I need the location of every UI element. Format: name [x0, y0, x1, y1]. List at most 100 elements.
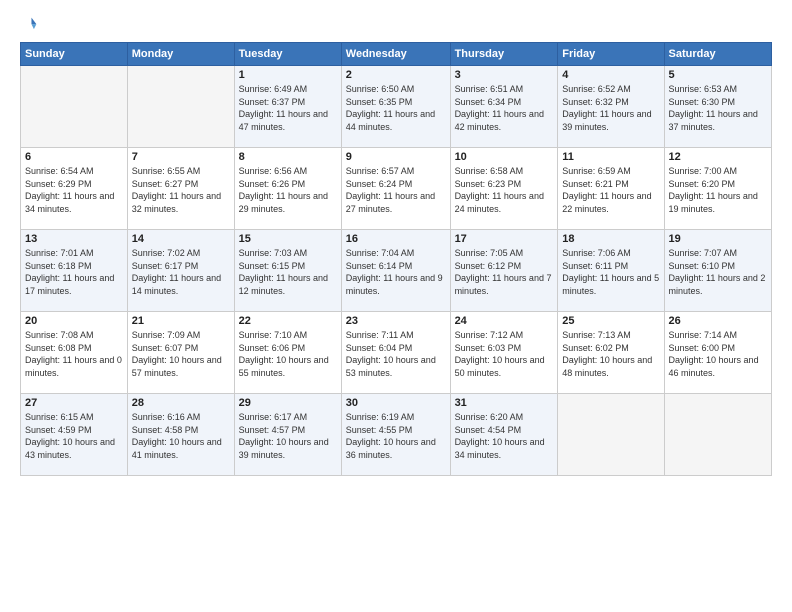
calendar-cell: 23Sunrise: 7:11 AM Sunset: 6:04 PM Dayli… [341, 312, 450, 394]
calendar-week-4: 20 Sunrise: 7:08 AM Sunset: 6:08 PM Dayli… [21, 312, 772, 394]
calendar-header-monday: Monday [127, 43, 234, 66]
day-detail: Sunrise: 7:02 AM Sunset: 6:17 PM Dayligh… [132, 247, 230, 297]
calendar-cell: 30 Sunrise: 6:19 AM Sunset: 4:55 PM Dayli… [341, 394, 450, 476]
calendar-cell: 2Sunrise: 6:50 AM Sunset: 6:35 PM Daylig… [341, 66, 450, 148]
day-detail: Sunrise: 7:09 AM Sunset: 6:07 PM Dayligh… [132, 329, 230, 379]
day-number: 4 [562, 69, 659, 81]
day-detail: Sunrise: 6:53 AM Sunset: 6:30 PM Dayligh… [669, 83, 767, 133]
day-detail: Sunrise: 6:15 AM Sunset: 4:59 PM Dayligh… [25, 411, 123, 461]
day-number: 2 [346, 69, 446, 81]
day-detail: Sunrise: 7:06 AM Sunset: 6:11 PM Dayligh… [562, 247, 659, 297]
calendar-cell: 20 Sunrise: 7:08 AM Sunset: 6:08 PM Dayli… [21, 312, 128, 394]
day-detail: Sunrise: 6:56 AM Sunset: 6:26 PM Dayligh… [239, 165, 337, 215]
calendar-cell: 18 Sunrise: 7:06 AM Sunset: 6:11 PM Dayli… [558, 230, 664, 312]
day-number: 24 [455, 315, 554, 327]
calendar-week-2: 6 Sunrise: 6:54 AM Sunset: 6:29 PM Daylig… [21, 148, 772, 230]
day-detail: Sunrise: 6:19 AM Sunset: 4:55 PM Dayligh… [346, 411, 446, 461]
day-number: 29 [239, 397, 337, 409]
calendar-cell: 19 Sunrise: 7:07 AM Sunset: 6:10 PM Dayli… [664, 230, 771, 312]
day-detail: Sunrise: 7:14 AM Sunset: 6:00 PM Dayligh… [669, 329, 767, 379]
calendar-cell: 3 Sunrise: 6:51 AM Sunset: 6:34 PM Daylig… [450, 66, 558, 148]
calendar-cell: 6 Sunrise: 6:54 AM Sunset: 6:29 PM Daylig… [21, 148, 128, 230]
calendar: SundayMondayTuesdayWednesdayThursdayFrid… [20, 42, 772, 476]
day-number: 21 [132, 315, 230, 327]
calendar-header-thursday: Thursday [450, 43, 558, 66]
calendar-cell: 24Sunrise: 7:12 AM Sunset: 6:03 PM Dayli… [450, 312, 558, 394]
day-detail: Sunrise: 6:51 AM Sunset: 6:34 PM Dayligh… [455, 83, 554, 133]
day-number: 18 [562, 233, 659, 245]
day-detail: Sunrise: 7:10 AM Sunset: 6:06 PM Dayligh… [239, 329, 337, 379]
calendar-cell: 25 Sunrise: 7:13 AM Sunset: 6:02 PM Dayli… [558, 312, 664, 394]
header [20, 16, 772, 34]
calendar-cell: 29 Sunrise: 6:17 AM Sunset: 4:57 PM Dayli… [234, 394, 341, 476]
day-detail: Sunrise: 7:00 AM Sunset: 6:20 PM Dayligh… [669, 165, 767, 215]
calendar-cell [558, 394, 664, 476]
day-number: 1 [239, 69, 337, 81]
day-number: 26 [669, 315, 767, 327]
day-detail: Sunrise: 6:54 AM Sunset: 6:29 PM Dayligh… [25, 165, 123, 215]
day-number: 17 [455, 233, 554, 245]
day-number: 12 [669, 151, 767, 163]
calendar-cell: 31 Sunrise: 6:20 AM Sunset: 4:54 PM Dayli… [450, 394, 558, 476]
calendar-cell: 8 Sunrise: 6:56 AM Sunset: 6:26 PM Daylig… [234, 148, 341, 230]
calendar-cell: 7 Sunrise: 6:55 AM Sunset: 6:27 PM Daylig… [127, 148, 234, 230]
page: SundayMondayTuesdayWednesdayThursdayFrid… [0, 0, 792, 612]
logo [20, 16, 40, 34]
day-number: 28 [132, 397, 230, 409]
day-number: 5 [669, 69, 767, 81]
day-detail: Sunrise: 7:08 AM Sunset: 6:08 PM Dayligh… [25, 329, 123, 379]
day-number: 19 [669, 233, 767, 245]
calendar-cell: 12 Sunrise: 7:00 AM Sunset: 6:20 PM Dayli… [664, 148, 771, 230]
day-detail: Sunrise: 6:59 AM Sunset: 6:21 PM Dayligh… [562, 165, 659, 215]
calendar-cell: 27 Sunrise: 6:15 AM Sunset: 4:59 PM Dayli… [21, 394, 128, 476]
calendar-cell: 22 Sunrise: 7:10 AM Sunset: 6:06 PM Dayli… [234, 312, 341, 394]
day-detail: Sunrise: 6:58 AM Sunset: 6:23 PM Dayligh… [455, 165, 554, 215]
calendar-header-saturday: Saturday [664, 43, 771, 66]
calendar-cell: 17Sunrise: 7:05 AM Sunset: 6:12 PM Dayli… [450, 230, 558, 312]
calendar-cell: 13 Sunrise: 7:01 AM Sunset: 6:18 PM Dayli… [21, 230, 128, 312]
day-number: 13 [25, 233, 123, 245]
calendar-cell: 28 Sunrise: 6:16 AM Sunset: 4:58 PM Dayli… [127, 394, 234, 476]
calendar-header-friday: Friday [558, 43, 664, 66]
day-number: 3 [455, 69, 554, 81]
day-detail: Sunrise: 6:57 AM Sunset: 6:24 PM Dayligh… [346, 165, 446, 215]
day-detail: Sunrise: 7:07 AM Sunset: 6:10 PM Dayligh… [669, 247, 767, 297]
day-number: 7 [132, 151, 230, 163]
calendar-cell: 21 Sunrise: 7:09 AM Sunset: 6:07 PM Dayli… [127, 312, 234, 394]
calendar-header-wednesday: Wednesday [341, 43, 450, 66]
calendar-cell: 26 Sunrise: 7:14 AM Sunset: 6:00 PM Dayli… [664, 312, 771, 394]
calendar-week-3: 13 Sunrise: 7:01 AM Sunset: 6:18 PM Dayli… [21, 230, 772, 312]
calendar-header-sunday: Sunday [21, 43, 128, 66]
day-detail: Sunrise: 7:03 AM Sunset: 6:15 PM Dayligh… [239, 247, 337, 297]
day-detail: Sunrise: 6:20 AM Sunset: 4:54 PM Dayligh… [455, 411, 554, 461]
day-number: 10 [455, 151, 554, 163]
day-detail: Sunrise: 6:52 AM Sunset: 6:32 PM Dayligh… [562, 83, 659, 133]
calendar-cell: 15 Sunrise: 7:03 AM Sunset: 6:15 PM Dayli… [234, 230, 341, 312]
day-detail: Sunrise: 6:55 AM Sunset: 6:27 PM Dayligh… [132, 165, 230, 215]
calendar-cell: 9Sunrise: 6:57 AM Sunset: 6:24 PM Daylig… [341, 148, 450, 230]
logo-icon [20, 16, 38, 34]
day-number: 8 [239, 151, 337, 163]
calendar-week-5: 27 Sunrise: 6:15 AM Sunset: 4:59 PM Dayli… [21, 394, 772, 476]
day-number: 15 [239, 233, 337, 245]
calendar-cell [21, 66, 128, 148]
day-detail: Sunrise: 6:17 AM Sunset: 4:57 PM Dayligh… [239, 411, 337, 461]
day-number: 20 [25, 315, 123, 327]
calendar-cell: 10 Sunrise: 6:58 AM Sunset: 6:23 PM Dayli… [450, 148, 558, 230]
day-number: 6 [25, 151, 123, 163]
day-number: 14 [132, 233, 230, 245]
calendar-cell: 4 Sunrise: 6:52 AM Sunset: 6:32 PM Daylig… [558, 66, 664, 148]
day-number: 22 [239, 315, 337, 327]
day-detail: Sunrise: 6:16 AM Sunset: 4:58 PM Dayligh… [132, 411, 230, 461]
calendar-cell: 14 Sunrise: 7:02 AM Sunset: 6:17 PM Dayli… [127, 230, 234, 312]
day-number: 27 [25, 397, 123, 409]
day-number: 11 [562, 151, 659, 163]
day-number: 25 [562, 315, 659, 327]
day-number: 30 [346, 397, 446, 409]
calendar-header-row: SundayMondayTuesdayWednesdayThursdayFrid… [21, 43, 772, 66]
day-detail: Sunrise: 6:49 AM Sunset: 6:37 PM Dayligh… [239, 83, 337, 133]
day-detail: Sunrise: 7:13 AM Sunset: 6:02 PM Dayligh… [562, 329, 659, 379]
calendar-cell [664, 394, 771, 476]
day-detail: Sunrise: 7:01 AM Sunset: 6:18 PM Dayligh… [25, 247, 123, 297]
day-number: 31 [455, 397, 554, 409]
